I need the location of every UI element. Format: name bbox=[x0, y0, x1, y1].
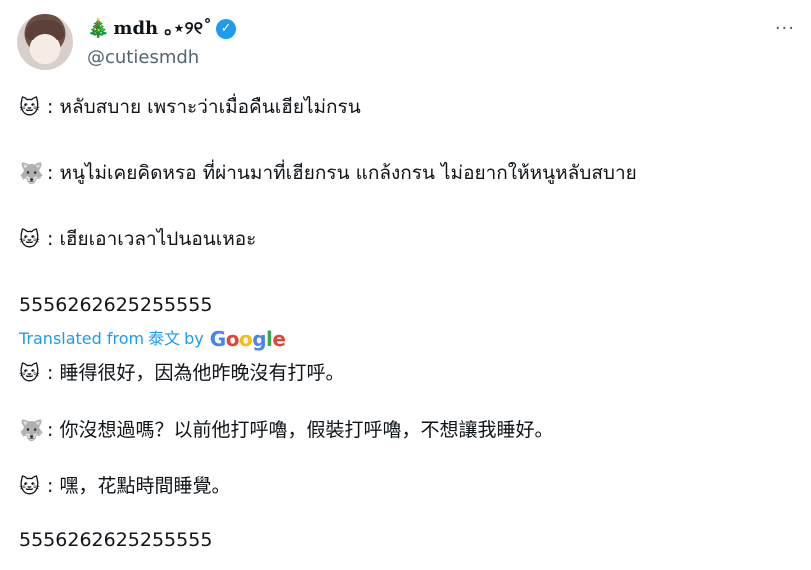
tweet-line-2: 🐺 : หนูไม่เคยคิดหรอ ที่ผ่านมาที่เฮียกรน … bbox=[19, 161, 637, 185]
translated-trailing-text: 5556262625255555 bbox=[19, 529, 213, 551]
christmas-tree-icon: 🎄 bbox=[87, 18, 110, 39]
author-name-row[interactable]: 🎄 mdh ｡⋆୨୧˚ ✓ bbox=[87, 18, 237, 40]
cat-face-icon: 🐱 bbox=[19, 474, 40, 498]
tweet-line-1: 🐱 : หลับสบาย เพราะว่าเมื่อคืนเฮียไม่กรน bbox=[19, 95, 361, 119]
verified-badge-icon: ✓ bbox=[216, 19, 237, 39]
display-name[interactable]: mdh ｡⋆୨୧˚ bbox=[113, 18, 212, 40]
tweet-line-text: : หลับสบาย เพราะว่าเมื่อคืนเฮียไม่กรน bbox=[47, 96, 361, 118]
tweet-trailing-text: 5556262625255555 bbox=[19, 294, 213, 316]
translated-line-text: : 睡得很好，因為他昨晚沒有打呼。 bbox=[47, 362, 345, 384]
cat-face-icon: 🐱 bbox=[19, 227, 40, 251]
google-logo: Google bbox=[209, 327, 286, 351]
tweet-line-text: : หนูไม่เคยคิดหรอ ที่ผ่านมาที่เฮียกรน แก… bbox=[47, 162, 637, 184]
translation-attribution[interactable]: Translated from 泰文 by Google bbox=[19, 327, 286, 351]
translated-line-1: 🐱 : 睡得很好，因為他昨晚沒有打呼。 bbox=[19, 361, 344, 385]
translated-line-text: : 你沒想過嗎？以前他打呼嚕，假裝打呼嚕，不想讓我睡好。 bbox=[47, 419, 554, 441]
source-language: 泰文 bbox=[148, 329, 181, 348]
wolf-face-icon: 🐺 bbox=[19, 418, 44, 442]
avatar[interactable] bbox=[17, 14, 73, 70]
tweet-line-3: 🐱 : เฮียเอาเวลาไปนอนเหอะ bbox=[19, 227, 256, 251]
translated-line-3: 🐱 : 嘿，花點時間睡覺。 bbox=[19, 474, 230, 498]
user-handle[interactable]: @cutiesmdh bbox=[87, 47, 199, 69]
more-options-icon[interactable]: ··· bbox=[775, 18, 795, 39]
cat-face-icon: 🐱 bbox=[19, 95, 40, 119]
tweet-line-text: : เฮียเอาเวลาไปนอนเหอะ bbox=[47, 228, 257, 250]
wolf-face-icon: 🐺 bbox=[19, 161, 44, 185]
translated-from-label: Translated from bbox=[19, 329, 145, 348]
translated-by-label: by bbox=[184, 329, 204, 348]
translated-line-2: 🐺 : 你沒想過嗎？以前他打呼嚕，假裝打呼嚕，不想讓我睡好。 bbox=[19, 418, 553, 442]
tweet-header: 🎄 mdh ｡⋆୨୧˚ ✓ @cutiesmdh ··· bbox=[17, 14, 797, 72]
translated-line-text: : 嘿，花點時間睡覺。 bbox=[47, 475, 231, 497]
cat-face-icon: 🐱 bbox=[19, 361, 40, 385]
